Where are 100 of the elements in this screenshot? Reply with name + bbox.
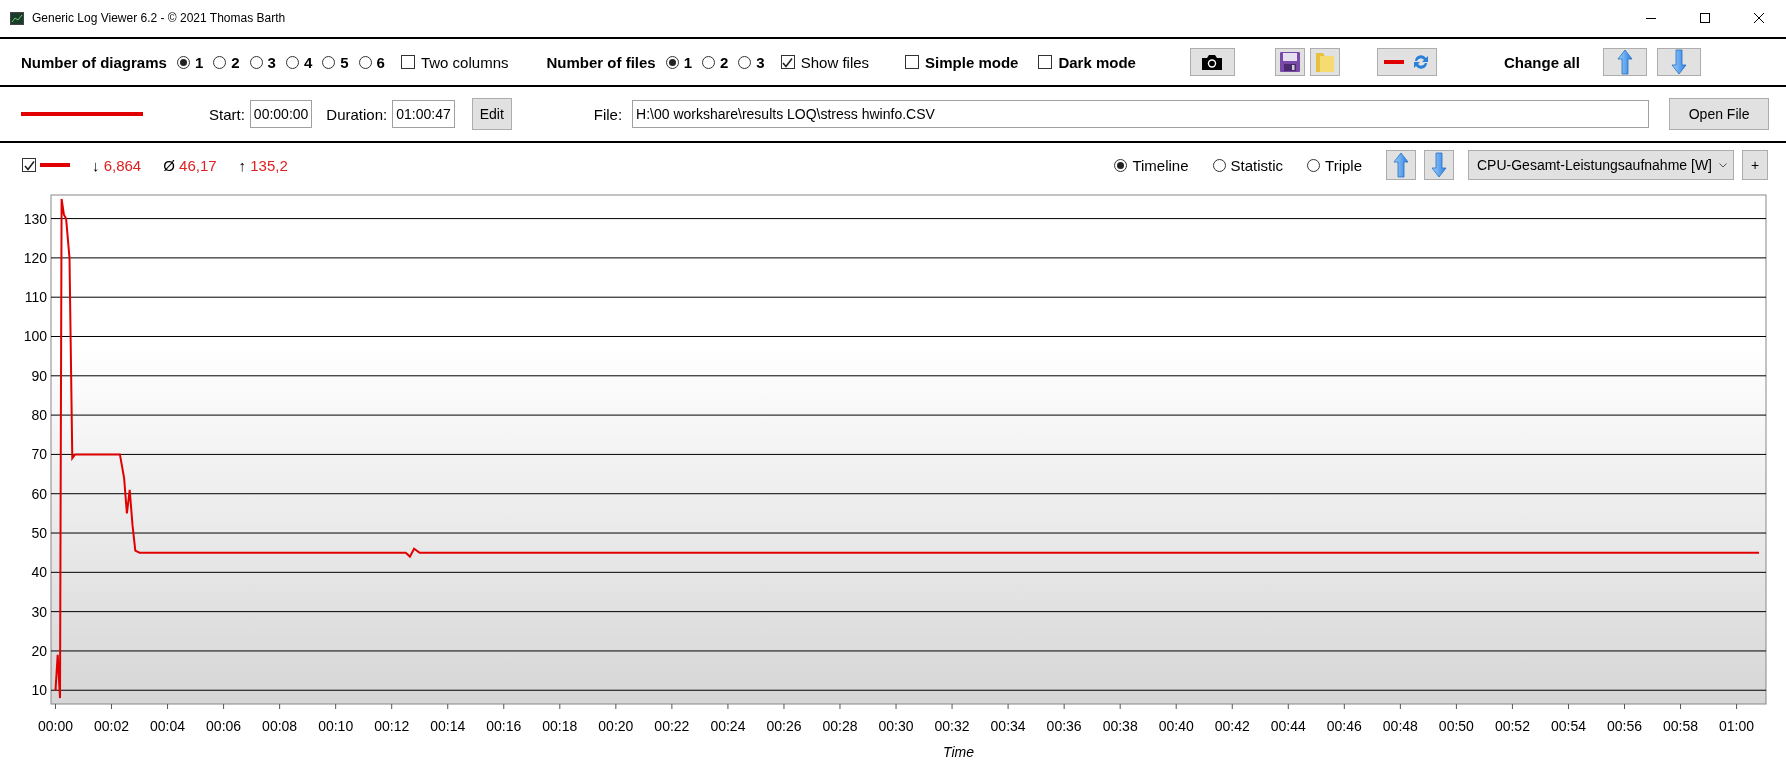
x-tick-label: 00:06 (206, 718, 242, 734)
radio-option[interactable]: 1 (176, 53, 204, 71)
y-tick-label: 130 (23, 210, 47, 227)
move-down-button[interactable] (1424, 150, 1454, 180)
duration-field[interactable]: 01:00:47 (392, 100, 455, 128)
refresh-icon (1411, 53, 1430, 71)
x-tick-label: 00:14 (430, 718, 466, 734)
camera-icon (1200, 53, 1225, 71)
radio-option[interactable]: Timeline (1114, 156, 1189, 174)
x-tick-label: 00:00 (37, 718, 73, 734)
save-button[interactable] (1274, 48, 1305, 76)
check-icon (23, 159, 35, 171)
channel-dropdown[interactable]: CPU-Gesamt-Leistungsaufnahme [W] (1468, 150, 1734, 180)
stat-value: ↑ 135,2 (238, 156, 288, 174)
arrow-down-icon (1668, 49, 1689, 75)
start-field[interactable]: 00:00:00 (249, 100, 313, 128)
two-columns-label: Two columns (420, 53, 509, 71)
x-tick-label: 00:02 (94, 718, 130, 734)
y-tick-label: 70 (31, 446, 47, 463)
x-tick-label: 00:24 (710, 718, 746, 734)
check-icon (782, 56, 794, 68)
radio-option[interactable]: 2 (702, 53, 729, 71)
x-tick-label: 00:18 (542, 718, 578, 734)
x-tick-label: 00:36 (1046, 718, 1082, 734)
y-tick-label: 30 (31, 603, 47, 620)
y-tick-label: 40 (31, 564, 47, 581)
close-icon[interactable] (1753, 12, 1765, 24)
arrow-up-icon (1614, 49, 1635, 75)
y-tick-label: 120 (23, 249, 47, 266)
y-tick-label: 90 (31, 367, 47, 384)
maximize-icon[interactable] (1699, 12, 1711, 24)
x-tick-label: 00:12 (374, 718, 410, 734)
move-up-button[interactable] (1602, 48, 1647, 76)
x-tick-label: 00:10 (318, 718, 354, 734)
arrow-down-icon (1429, 152, 1449, 178)
radio-option[interactable]: 2 (213, 53, 240, 71)
arrow-up-icon (1391, 152, 1411, 178)
radio-option[interactable]: Statistic (1212, 156, 1284, 174)
radio-option[interactable]: Triple (1307, 156, 1362, 174)
move-down-button[interactable] (1656, 48, 1701, 76)
x-tick-label: 00:20 (598, 718, 634, 734)
stat-value: ↓ 6,864 (92, 156, 142, 174)
x-tick-label: 00:04 (150, 718, 186, 734)
file-label: File: (593, 105, 623, 123)
x-tick-label: 00:42 (1214, 718, 1250, 734)
x-tick-label: 00:46 (1326, 718, 1362, 734)
y-tick-label: 110 (24, 289, 47, 306)
x-tick-label: 00:28 (822, 718, 858, 734)
caret-icon (1719, 162, 1727, 168)
radio-option[interactable]: 1 (665, 53, 692, 71)
y-tick-label: 60 (31, 485, 47, 502)
screenshot-button[interactable] (1189, 48, 1235, 76)
x-tick-label: 00:50 (1438, 718, 1474, 734)
file-path-field[interactable]: H:\00 workshare\results LOQ\stress hwinfo.CSV (632, 100, 1650, 128)
checkbox[interactable] (400, 55, 415, 69)
duration-label: Duration: (326, 105, 388, 123)
x-tick-label: 00:56 (1607, 718, 1643, 734)
change-color-button[interactable] (1376, 48, 1437, 76)
x-tick-label: 00:38 (1102, 718, 1138, 734)
radio-option[interactable]: 3 (738, 53, 765, 71)
stat-value: Ø 46,17 (163, 156, 217, 174)
y-tick-label: 80 (31, 407, 47, 424)
diagrams-label: Number of diagrams (21, 53, 167, 71)
x-tick-label: 00:40 (1158, 718, 1194, 734)
x-tick-label: 00:54 (1550, 718, 1586, 734)
move-up-button[interactable] (1386, 150, 1416, 180)
change-all-label: Change all (1503, 53, 1580, 71)
start-label: Start: (209, 105, 245, 123)
x-tick-label: 00:08 (262, 718, 298, 734)
x-tick-label: 00:44 (1270, 718, 1306, 734)
open-file-button[interactable]: Open File (1669, 98, 1770, 130)
x-axis-title: Time (943, 744, 974, 760)
checkbox[interactable] (780, 55, 795, 69)
y-tick-label: 100 (23, 328, 47, 345)
y-tick-label: 20 (31, 642, 47, 659)
x-tick-label: 00:16 (486, 718, 522, 734)
edit-button[interactable]: Edit (471, 98, 512, 130)
x-tick-label: 00:32 (934, 718, 970, 734)
checkbox[interactable] (1038, 55, 1053, 69)
window-title: Generic Log Viewer 6.2 - © 2021 Thomas Barth (32, 11, 287, 25)
radio-option[interactable]: 3 (249, 53, 276, 71)
x-tick-label: 00:34 (990, 718, 1026, 734)
x-tick-label: 00:48 (1382, 718, 1418, 734)
radio-option[interactable]: 5 (322, 53, 349, 71)
checkbox[interactable] (22, 158, 36, 172)
show-files-label: Show files (800, 53, 870, 71)
checkbox[interactable] (905, 55, 920, 69)
y-tick-label: 10 (31, 682, 47, 699)
x-tick-label: 00:58 (1663, 718, 1699, 734)
x-tick-label: 00:22 (654, 718, 690, 734)
x-tick-label: 00:30 (878, 718, 914, 734)
x-tick-label: 01:00 (1719, 718, 1755, 734)
x-tick-label: 00:52 (1494, 718, 1530, 734)
radio-option[interactable]: 6 (358, 53, 385, 71)
x-tick-label: 00:26 (766, 718, 802, 734)
radio-option[interactable]: 4 (285, 53, 313, 71)
add-button[interactable]: + (1742, 150, 1768, 180)
simple-mode-label: Simple mode (925, 53, 1019, 71)
dark-mode-label: Dark mode (1058, 53, 1136, 71)
y-tick-label: 50 (31, 525, 47, 541)
